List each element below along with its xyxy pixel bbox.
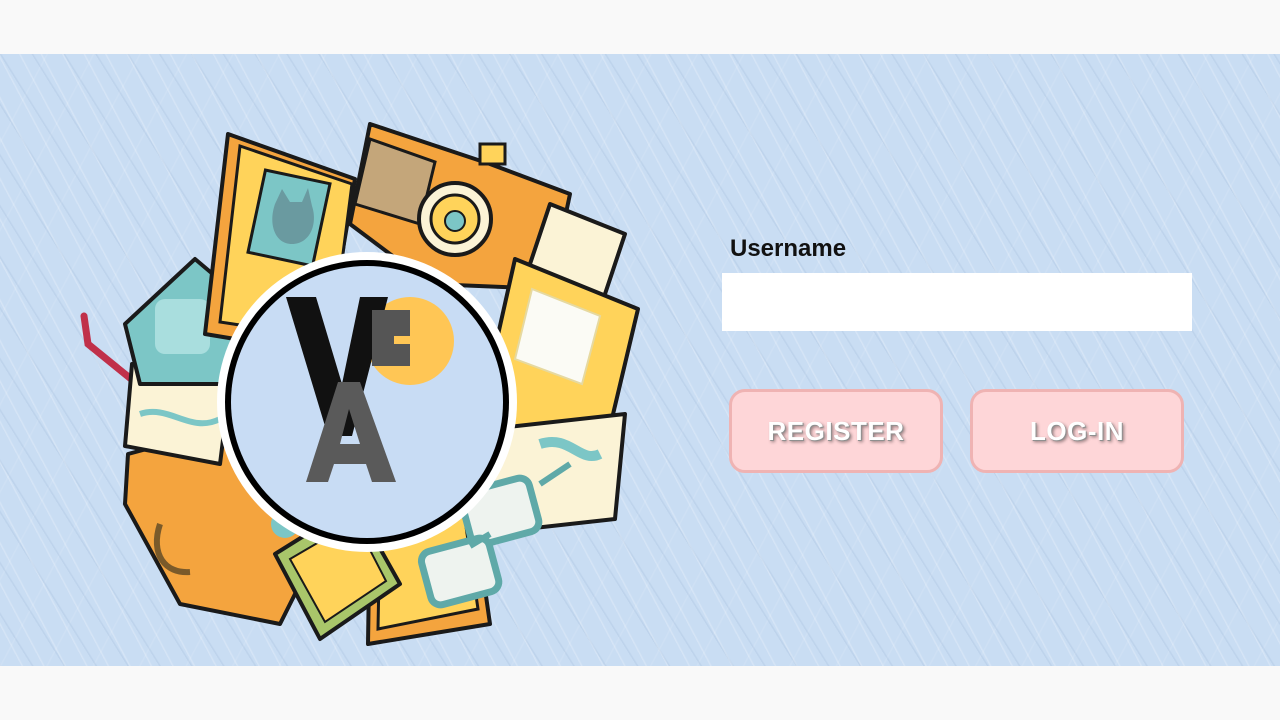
login-screen: Username REGISTER LOG-IN [0,54,1280,666]
travel-items-illustration [80,122,640,646]
username-input[interactable] [722,273,1192,331]
register-button[interactable]: REGISTER [729,389,943,473]
username-label: Username [730,235,847,262]
app-logo [217,252,517,552]
login-button[interactable]: LOG-IN [970,389,1184,473]
